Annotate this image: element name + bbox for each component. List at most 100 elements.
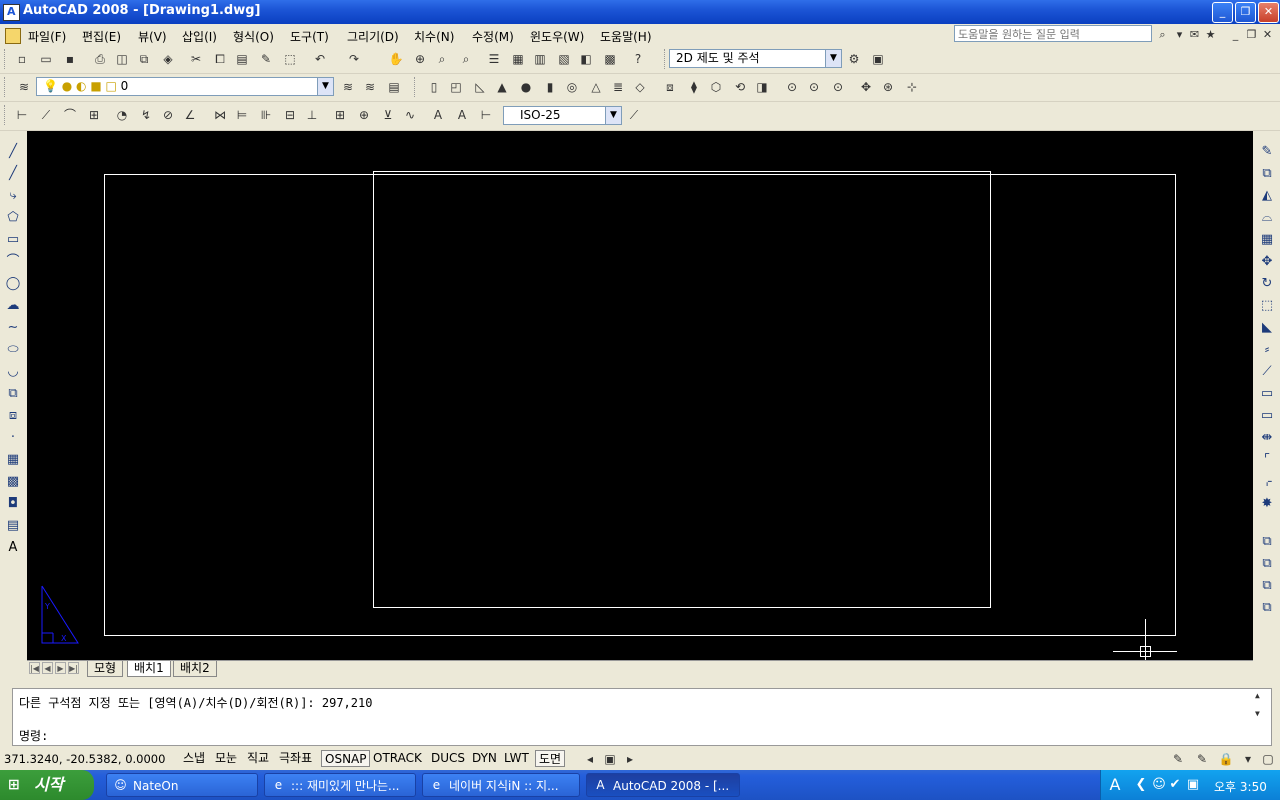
jogged-icon[interactable]: ↯ <box>138 107 154 123</box>
grid-toggle[interactable]: 모눈 <box>212 750 240 767</box>
draw-order-above-icon[interactable]: ⧉ <box>1258 577 1276 595</box>
tool-palettes-icon[interactable]: ▥ <box>532 51 548 67</box>
redo-icon[interactable]: ↷ <box>346 51 362 67</box>
menu-file[interactable]: 파일(F) <box>28 28 66 45</box>
first-tab-icon[interactable]: |◀ <box>29 662 40 674</box>
undo-icon[interactable]: ↶ <box>312 51 328 67</box>
move-icon[interactable]: ✥ <box>1258 253 1276 271</box>
last-tab-icon[interactable]: ▶| <box>68 662 79 674</box>
menu-view[interactable]: 뷰(V) <box>138 28 167 45</box>
match-properties-icon[interactable]: ✎ <box>258 51 274 67</box>
spline-icon[interactable]: ∼ <box>4 319 22 337</box>
communication-icon[interactable]: ✉ <box>1187 27 1202 42</box>
favorites-icon[interactable]: ★ <box>1203 27 1218 42</box>
copy-object-icon[interactable]: ⧉ <box>1258 165 1276 183</box>
otrack-toggle[interactable]: OTRACK <box>370 750 425 767</box>
baseline-icon[interactable]: ⊨ <box>234 107 250 123</box>
make-object-layer-current-icon[interactable]: ≋ <box>340 79 356 95</box>
table-icon[interactable]: ▤ <box>4 517 22 535</box>
clean-screen-icon[interactable]: ▢ <box>1260 751 1276 767</box>
lwt-toggle[interactable]: LWT <box>501 750 532 767</box>
menu-help[interactable]: 도움말(H) <box>600 28 652 45</box>
point-icon[interactable]: · <box>4 429 22 447</box>
ortho-toggle[interactable]: 직교 <box>244 750 272 767</box>
plot-icon[interactable]: ⎙ <box>92 51 108 67</box>
help-icon[interactable]: ? <box>630 51 646 67</box>
jogged-linear-icon[interactable]: ∿ <box>402 107 418 123</box>
layer-states-icon[interactable]: ▤ <box>386 79 402 95</box>
menu-format[interactable]: 형식(O) <box>233 28 274 45</box>
menu-dimension[interactable]: 치수(N) <box>414 28 454 45</box>
draw-order-back-icon[interactable]: ⧉ <box>1258 555 1276 573</box>
annotation-scale-icon[interactable]: ✎ <box>1170 751 1186 767</box>
chamfer-icon[interactable]: ⌜ <box>1258 451 1276 469</box>
network-icon[interactable]: ▣ <box>1185 777 1201 793</box>
continue-icon[interactable]: ⊪ <box>258 107 274 123</box>
dim-text-edit-icon[interactable]: A <box>454 107 470 123</box>
zoom-previous-icon[interactable]: ⌕ <box>458 51 474 67</box>
dim-break-icon[interactable]: ⊥ <box>304 107 320 123</box>
doc-minimize-button[interactable]: _ <box>1228 27 1243 42</box>
array-icon[interactable]: ▦ <box>1258 231 1276 249</box>
draw-order-under-icon[interactable]: ⧉ <box>1258 599 1276 617</box>
communication-center-icon[interactable]: ✎ <box>1194 751 1210 767</box>
loft-icon[interactable]: ◨ <box>754 79 770 95</box>
viewport-frame[interactable] <box>373 171 991 608</box>
dim-space-icon[interactable]: ⊟ <box>282 107 298 123</box>
maximize-button[interactable]: ❐ <box>1235 2 1256 23</box>
help-search-input[interactable]: 도움말을 원하는 질문 입력 <box>954 25 1152 42</box>
doc-close-button[interactable]: ✕ <box>1260 27 1275 42</box>
sphere-icon[interactable]: ● <box>518 79 534 95</box>
ducs-toggle[interactable]: DUCS <box>428 750 468 767</box>
pan-icon[interactable]: ✋ <box>388 51 404 67</box>
angular-icon[interactable]: ∠ <box>182 107 198 123</box>
close-button[interactable]: ✕ <box>1258 2 1279 23</box>
union-icon[interactable]: ⊙ <box>784 79 800 95</box>
ellipse-icon[interactable]: ⬭ <box>4 341 22 359</box>
multiline-text-icon[interactable]: A <box>4 539 22 557</box>
dimension-style-icon[interactable]: ⟋ <box>626 107 642 123</box>
copy-icon[interactable]: ⧠ <box>212 51 228 67</box>
start-button[interactable]: ⊞ 시작 <box>0 770 94 800</box>
scroll-right-icon[interactable]: ▸ <box>622 751 638 767</box>
preview-icon[interactable]: ◫ <box>114 51 130 67</box>
calculator-icon[interactable]: ▩ <box>602 51 618 67</box>
menu-tools[interactable]: 도구(T) <box>290 28 329 45</box>
mirror-icon[interactable]: ◭ <box>1258 187 1276 205</box>
pyramid-icon[interactable]: △ <box>588 79 604 95</box>
presspull-icon[interactable]: ⧫ <box>686 79 702 95</box>
cone-icon[interactable]: ▲ <box>494 79 510 95</box>
drawing-area[interactable]: Y X <box>27 131 1253 660</box>
paper-toggle[interactable]: 도면 <box>535 750 566 767</box>
revolve-icon[interactable]: ⟲ <box>732 79 748 95</box>
block-editor-icon[interactable]: ⬚ <box>282 51 298 67</box>
extrude-icon[interactable]: ⧈ <box>662 79 678 95</box>
sweep-icon[interactable]: ⬡ <box>708 79 724 95</box>
3d-align-icon[interactable]: ⊹ <box>904 79 920 95</box>
ellipse-arc-icon[interactable]: ◡ <box>4 363 22 381</box>
box-icon[interactable]: ▯ <box>426 79 442 95</box>
subtract-icon[interactable]: ⊙ <box>806 79 822 95</box>
open-icon[interactable]: ▭ <box>38 51 54 67</box>
menu-draw[interactable]: 그리기(D) <box>347 28 399 45</box>
tray-expand-icon[interactable]: ❮ <box>1133 777 1149 793</box>
3d-dwf-icon[interactable]: ◈ <box>160 51 176 67</box>
gradient-icon[interactable]: ▩ <box>4 473 22 491</box>
center-mark-icon[interactable]: ⊕ <box>356 107 372 123</box>
revision-cloud-icon[interactable]: ☁ <box>4 297 22 315</box>
3d-move-icon[interactable]: ✥ <box>858 79 874 95</box>
line-icon[interactable]: ╱ <box>4 143 22 161</box>
hatch-icon[interactable]: ▦ <box>4 451 22 469</box>
command-prompt[interactable]: 명령: <box>19 727 48 744</box>
dim-update-icon[interactable]: ⊢ <box>478 107 494 123</box>
doc-restore-button[interactable]: ❐ <box>1244 27 1259 42</box>
break-at-point-icon[interactable]: ▭ <box>1258 385 1276 403</box>
layer-previous-icon[interactable]: ≋ <box>362 79 378 95</box>
linear-dimension-icon[interactable]: ⊢ <box>14 107 30 123</box>
markup-icon[interactable]: ◧ <box>578 51 594 67</box>
layer-manager-icon[interactable]: ≋ <box>16 79 32 95</box>
arc-icon[interactable]: ⌒ <box>4 253 22 271</box>
language-bar-icon[interactable]: A <box>1107 777 1123 793</box>
menu-edit[interactable]: 편집(E) <box>82 28 121 45</box>
aligned-dimension-icon[interactable]: ⟋ <box>38 107 54 123</box>
